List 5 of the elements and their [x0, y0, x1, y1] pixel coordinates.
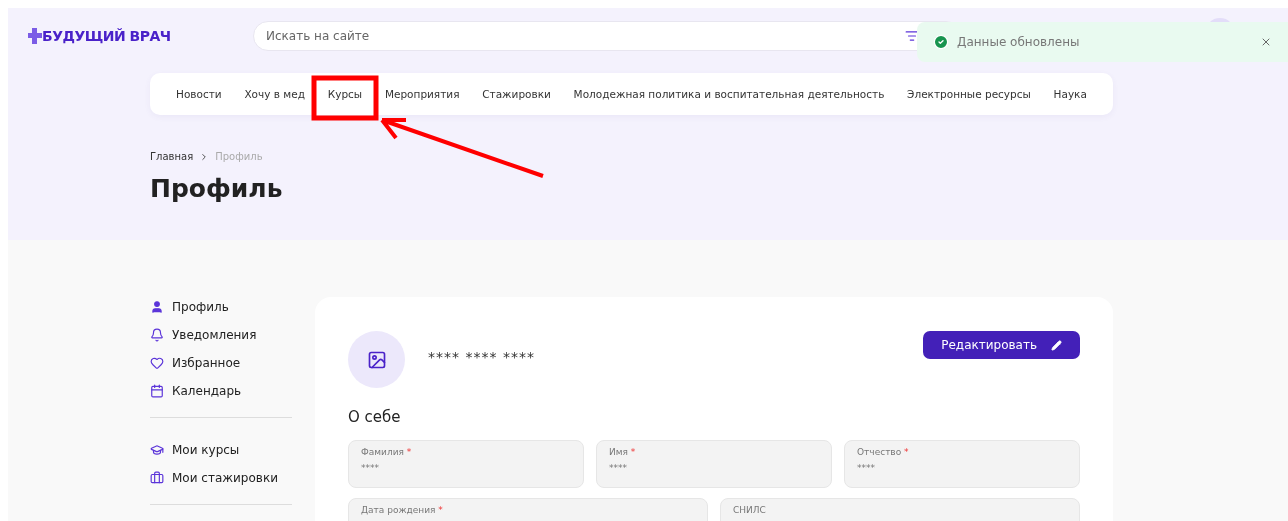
section-title: О себе — [348, 408, 402, 426]
page-title: Профиль — [150, 174, 284, 203]
breadcrumb: Профиль — [215, 151, 263, 162]
toast-notification: Данные обновлены — [917, 22, 1288, 62]
user-name: **** **** **** — [428, 349, 536, 365]
